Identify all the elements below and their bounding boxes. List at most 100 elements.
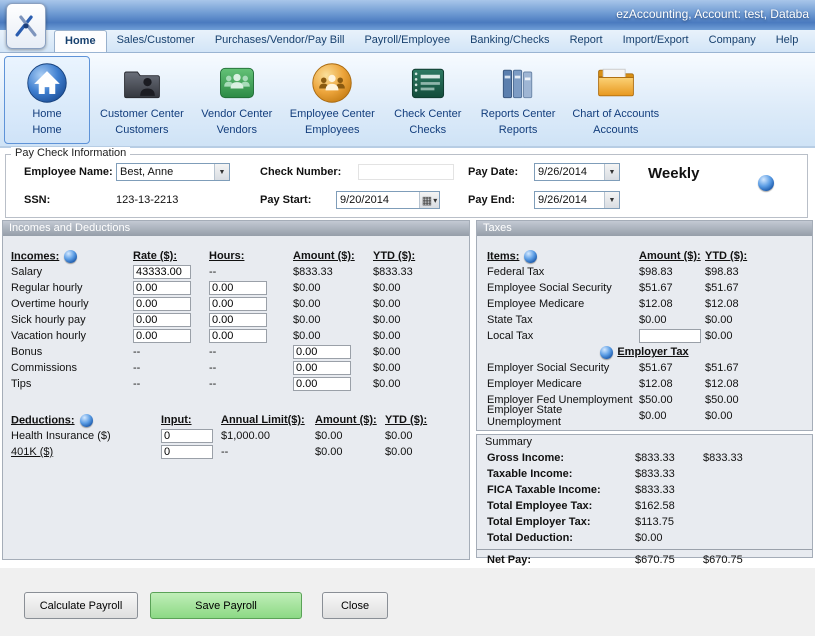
vacation-hours-input[interactable] — [209, 329, 267, 343]
tax-ytd: $12.08 — [705, 298, 812, 310]
toolbar-sublabel: Accounts — [593, 124, 638, 136]
tab-help[interactable]: Help — [766, 30, 809, 52]
commissions-amount-input[interactable] — [293, 361, 351, 375]
annual-limit-header: Annual Limit($): — [221, 414, 315, 426]
summary-title: Summary — [477, 435, 812, 450]
deduction-amount: $0.00 — [315, 430, 385, 442]
toolbar-label: Chart of Accounts — [572, 108, 659, 120]
deductions-header-row: Deductions: Input: Annual Limit($): Amou… — [3, 412, 469, 428]
app-logo-icon[interactable] — [6, 3, 46, 49]
chart-of-accounts-icon — [592, 59, 640, 107]
income-label: Overtime hourly — [3, 298, 133, 310]
bonus-amount-input[interactable] — [293, 345, 351, 359]
income-rate: -- — [133, 346, 209, 358]
tab-report[interactable]: Report — [560, 30, 613, 52]
sick-hours-input[interactable] — [209, 313, 267, 327]
calculate-payroll-button[interactable]: Calculate Payroll — [24, 592, 138, 619]
toolbar-employee-center[interactable]: Employee Center Employees — [283, 56, 382, 144]
tab-purchases-vendor-pay-bill[interactable]: Purchases/Vendor/Pay Bill — [205, 30, 355, 52]
tab-import-export[interactable]: Import/Export — [613, 30, 699, 52]
summary-label: Taxable Income: — [477, 468, 635, 480]
sick-rate-input[interactable] — [133, 313, 191, 327]
tax-row-employer-medicare: Employer Medicare $12.08 $12.08 — [477, 376, 812, 392]
health-insurance-input[interactable] — [161, 429, 213, 443]
tax-ytd: $51.67 — [705, 282, 812, 294]
overtime-hours-input[interactable] — [209, 297, 267, 311]
save-payroll-button[interactable]: Save Payroll — [150, 592, 302, 619]
pay-date-select[interactable]: 9/26/2014 — [534, 163, 620, 181]
regular-hours-input[interactable] — [209, 281, 267, 295]
employee-name-select[interactable]: Best, Anne — [116, 163, 230, 181]
amount-header: Amount ($): — [639, 250, 705, 262]
pay-end-value: 9/26/2014 — [535, 194, 604, 206]
401k-input[interactable] — [161, 445, 213, 459]
close-button[interactable]: Close — [322, 592, 388, 619]
help-icon[interactable] — [758, 175, 774, 191]
help-icon[interactable] — [600, 346, 613, 359]
tax-ytd: $12.08 — [705, 378, 812, 390]
help-icon[interactable] — [64, 250, 77, 263]
toolbar-sublabel: Employees — [305, 124, 359, 136]
deduction-row-health-insurance: Health Insurance ($) $1,000.00 $0.00 $0.… — [3, 428, 469, 444]
employer-tax-header: Employer Tax — [617, 346, 688, 358]
deduction-label: Health Insurance ($) — [3, 430, 161, 442]
pay-start-picker[interactable]: 9/20/2014 — [336, 191, 440, 209]
tab-company[interactable]: Company — [699, 30, 766, 52]
deduction-limit: $1,000.00 — [221, 430, 315, 442]
check-center-icon — [404, 59, 452, 107]
tax-amount: $0.00 — [639, 410, 705, 422]
income-ytd: $0.00 — [373, 362, 469, 374]
tab-banking-checks[interactable]: Banking/Checks — [460, 30, 560, 52]
toolbar-customer-center[interactable]: Customer Center Customers — [93, 56, 191, 144]
tax-label: Employer State Unemployment — [477, 404, 639, 428]
tax-amount: $51.67 — [639, 282, 705, 294]
income-row-commissions: Commissions -- -- $0.00 — [3, 360, 469, 376]
deduction-ytd: $0.00 — [385, 430, 469, 442]
tax-label: Employee Medicare — [477, 298, 639, 310]
summary-row-gross-income: Gross Income: $833.33 $833.33 — [477, 450, 812, 466]
toolbar-check-center[interactable]: Check Center Checks — [385, 56, 471, 144]
summary-amount: $833.33 — [635, 452, 703, 464]
help-icon[interactable] — [524, 250, 537, 263]
overtime-rate-input[interactable] — [133, 297, 191, 311]
pay-end-select[interactable]: 9/26/2014 — [534, 191, 620, 209]
tax-row-employee-medicare: Employee Medicare $12.08 $12.08 — [477, 296, 812, 312]
taxes-panel: Taxes Items: Amount ($): YTD ($): Federa… — [476, 220, 813, 431]
summary-amount: $670.75 — [635, 554, 703, 566]
taxes-header-row: Items: Amount ($): YTD ($): — [477, 248, 812, 264]
income-rate: -- — [133, 362, 209, 374]
deduction-ytd: $0.00 — [385, 446, 469, 458]
help-icon[interactable] — [80, 414, 93, 427]
deductions-header: Deductions: — [11, 414, 75, 426]
rate-header: Rate ($): — [133, 250, 209, 262]
tax-ytd: $0.00 — [705, 314, 812, 326]
vacation-rate-input[interactable] — [133, 329, 191, 343]
tab-payroll-employee[interactable]: Payroll/Employee — [354, 30, 460, 52]
toolbar-home[interactable]: Home Home — [4, 56, 90, 144]
income-row-bonus: Bonus -- -- $0.00 — [3, 344, 469, 360]
pay-frequency: Weekly — [648, 165, 699, 182]
toolbar-reports-center[interactable]: Reports Center Reports — [474, 56, 563, 144]
salary-rate-input[interactable] — [133, 265, 191, 279]
content-area: Pay Check Information Employee Name: Bes… — [0, 148, 815, 636]
income-ytd: $0.00 — [373, 298, 469, 310]
toolbar-chart-of-accounts[interactable]: Chart of Accounts Accounts — [565, 56, 666, 144]
regular-rate-input[interactable] — [133, 281, 191, 295]
summary-row-taxable-income: Taxable Income: $833.33 — [477, 466, 812, 482]
tax-amount: $12.08 — [639, 298, 705, 310]
income-label: Salary — [3, 266, 133, 278]
summary-label: Total Deduction: — [477, 532, 635, 544]
toolbar-vendor-center[interactable]: Vendor Center Vendors — [194, 56, 280, 144]
deduction-label[interactable]: 401K ($) — [3, 446, 161, 458]
pay-start-value: 9/20/2014 — [337, 194, 419, 206]
toolbar-label: Customer Center — [100, 108, 184, 120]
check-number-input[interactable] — [358, 164, 454, 180]
tips-amount-input[interactable] — [293, 377, 351, 391]
income-hours: -- — [209, 362, 293, 374]
income-amount: $0.00 — [293, 298, 373, 310]
local-tax-input[interactable] — [639, 329, 701, 343]
income-label: Commissions — [3, 362, 133, 374]
deduction-limit: -- — [221, 446, 315, 458]
tab-home[interactable]: Home — [54, 30, 107, 52]
tab-sales-customer[interactable]: Sales/Customer — [107, 30, 205, 52]
